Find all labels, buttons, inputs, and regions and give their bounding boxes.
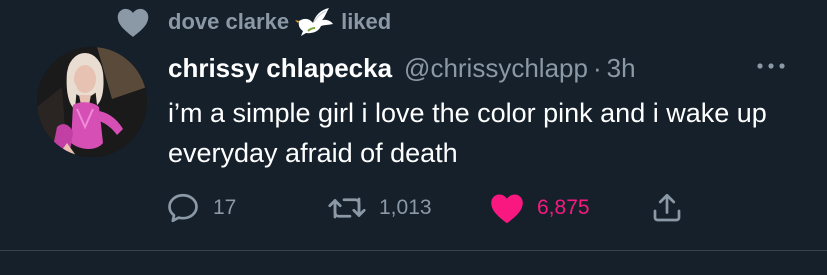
retweet-button[interactable]: 1,013	[327, 190, 432, 226]
avatar-image	[37, 47, 147, 157]
reply-icon	[168, 193, 198, 223]
like-button[interactable]: 6,875	[489, 190, 590, 226]
tweet-actions: 17 1,013 6,875	[165, 190, 705, 226]
dove-icon	[295, 8, 334, 36]
separator-dot: ·	[592, 52, 602, 83]
context-user-name[interactable]: dove clarke	[168, 9, 289, 35]
like-count: 6,875	[537, 196, 590, 219]
more-options-button[interactable]	[752, 54, 790, 78]
reply-button[interactable]: 17	[165, 190, 236, 226]
retweet-icon	[328, 197, 366, 219]
display-name[interactable]: chrissy chlapecka	[168, 53, 392, 84]
heart-filled-icon	[491, 194, 523, 224]
reply-count: 17	[213, 196, 237, 219]
social-context: dove clarke liked	[0, 0, 827, 44]
heart-icon	[117, 8, 149, 37]
timestamp[interactable]: 3h	[607, 53, 636, 84]
ellipsis-icon	[757, 63, 785, 69]
retweet-count: 1,013	[379, 196, 432, 219]
tweet-header: chrissy chlapecka @chrissychlapp · 3h	[168, 50, 636, 86]
user-handle[interactable]: @chrissychlapp	[404, 53, 588, 84]
divider	[0, 250, 827, 251]
tweet-text: i’m a simple girl i love the color pink …	[168, 98, 767, 168]
avatar[interactable]	[37, 47, 147, 157]
share-icon	[653, 193, 681, 222]
share-button[interactable]	[649, 190, 685, 226]
context-action: liked	[341, 9, 392, 34]
